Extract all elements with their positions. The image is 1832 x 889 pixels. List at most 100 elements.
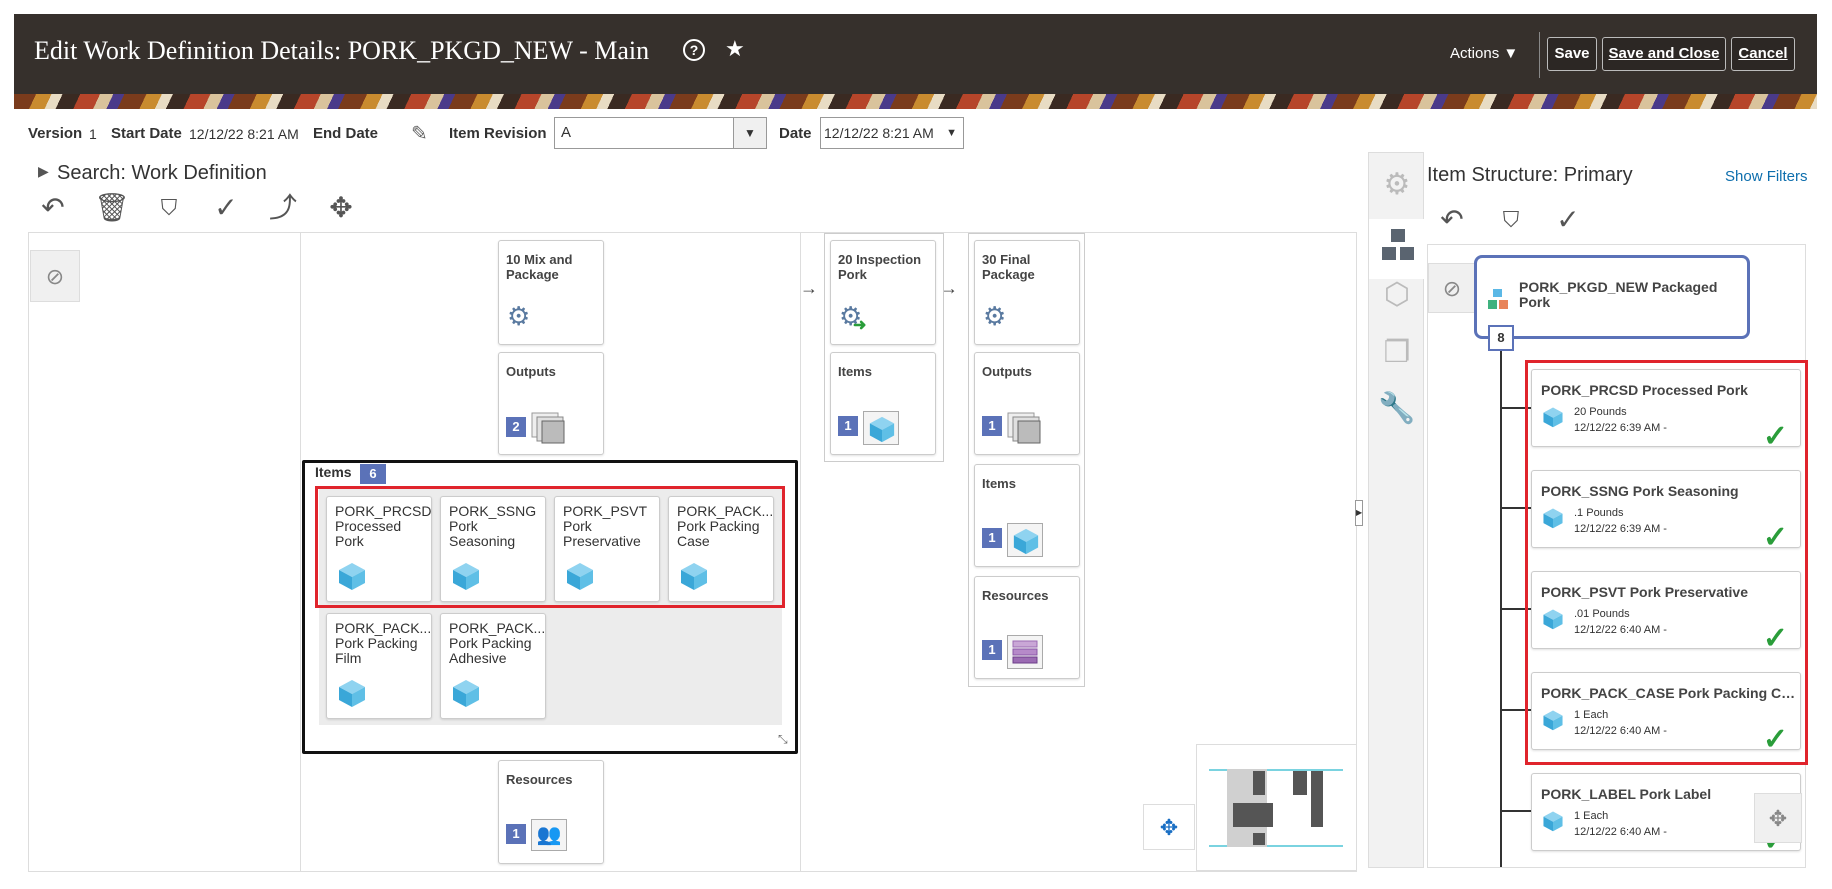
overview-block (1253, 771, 1265, 795)
undo-icon[interactable]: ↶ (1435, 203, 1469, 237)
header-separator (1539, 32, 1540, 78)
show-filters-link[interactable]: Show Filters (1725, 168, 1808, 185)
cube-icon (1013, 528, 1039, 555)
tools-tab-icon[interactable]: 🔧 (1377, 389, 1417, 429)
delete-icon[interactable]: 🗑 (94, 191, 130, 225)
resources-label: Resources (982, 588, 1049, 603)
item-card-label: PORK_PACK... Pork Packing Film (335, 620, 432, 666)
outputs-label: Outputs (506, 364, 556, 379)
arrow-right-icon: ➜ (853, 317, 867, 334)
root-node-title: PORK_PKGD_NEW Packaged Pork (1519, 279, 1718, 310)
copies-tab-icon[interactable]: ❐ (1377, 333, 1417, 373)
resize-handle-icon[interactable]: ⤡ (778, 732, 788, 747)
lane-divider (300, 232, 301, 872)
compass-icon[interactable]: ⊘ (1428, 263, 1476, 313)
cube-icon (681, 563, 707, 590)
pan-move-icon[interactable]: ✥ (1143, 804, 1195, 850)
edit-pencil-icon[interactable]: ✎ (411, 121, 428, 146)
items-count-badge: 1 (982, 528, 1002, 548)
item-card[interactable]: PORK_PACK... Pork Packing Adhesive (440, 613, 546, 719)
cube-icon (339, 563, 365, 590)
cancel-button[interactable]: Cancel (1731, 37, 1795, 71)
basket-icon[interactable]: ⛉ (1494, 203, 1528, 237)
collapse-icon[interactable]: ✥ (324, 191, 358, 225)
resource-stack-icon (1007, 635, 1043, 669)
import-icon[interactable]: ⤴ (266, 191, 300, 225)
undo-icon[interactable]: ↶ (36, 191, 70, 225)
item-card-label: PORK_PACK... Pork Packing Case (677, 503, 774, 549)
cube-icon (453, 563, 479, 590)
outputs-card[interactable]: Outputs 2 (498, 352, 604, 455)
help-icon[interactable]: ? (683, 39, 705, 61)
root-node[interactable]: PORK_PKGD_NEW Packaged Pork (1474, 255, 1750, 339)
page-title: Edit Work Definition Details: PORK_PKGD_… (34, 36, 650, 65)
validate-check-icon[interactable]: ✓ (209, 191, 243, 225)
item-card-label: PORK_PSVT Pork Preservative (563, 503, 647, 549)
items-count-badge: 6 (360, 464, 386, 484)
lane-divider (800, 232, 801, 872)
item-card[interactable]: PORK_PRCSD Processed Pork (326, 496, 432, 602)
operation-card[interactable]: 10 Mix and Package ⚙ (498, 240, 604, 345)
outputs-card[interactable]: Outputs 1 (974, 352, 1080, 455)
resources-count-badge: 1 (982, 640, 1002, 660)
child-count-badge[interactable]: 8 (1488, 325, 1514, 351)
item-revision-input[interactable]: A (554, 117, 734, 149)
date-select[interactable]: 12/12/22 8:21 AM ▼ (820, 117, 964, 149)
item-card[interactable]: PORK_PSVT Pork Preservative (554, 496, 660, 602)
gears-icon: ⚙ (507, 301, 531, 331)
gears-tab-icon[interactable]: ⚙ (1377, 165, 1417, 205)
items-card[interactable]: Items 1 (974, 464, 1080, 567)
cube-tab-icon[interactable]: ⬡ (1377, 275, 1417, 315)
tree-connector (1500, 810, 1531, 812)
stack-icon (1007, 412, 1041, 444)
item-structure-title: Item Structure: Primary (1427, 164, 1633, 186)
item-card[interactable]: PORK_PACK... Pork Packing Film (326, 613, 432, 719)
item-card[interactable]: PORK_PACK... Pork Packing Case (668, 496, 774, 602)
resources-card[interactable]: Resources 1 (974, 576, 1080, 679)
panel-collapse-handle[interactable]: ▶ (1355, 500, 1363, 526)
version-label: Version (28, 125, 83, 142)
search-work-definition-heading[interactable]: Search: Work Definition (57, 162, 267, 185)
items-label: Items (315, 464, 352, 480)
item-card[interactable]: PORK_SSNG Pork Seasoning (440, 496, 546, 602)
overview-block (1253, 833, 1265, 845)
items-card[interactable]: Items 1 (830, 352, 936, 455)
operation-title: 10 Mix and Package (506, 252, 573, 282)
favorite-star-icon[interactable]: ★ (725, 36, 745, 62)
resources-label: Resources (506, 772, 573, 787)
pan-move-icon[interactable]: ✥ (1754, 793, 1802, 843)
structure-tab-icon[interactable] (1381, 227, 1415, 263)
operation-card[interactable]: 20 Inspection Pork ⚙ ➜ (830, 240, 936, 345)
people-icon: 👥 (531, 819, 567, 851)
header-banner (14, 94, 1817, 109)
save-and-close-button[interactable]: Save and Close (1602, 37, 1726, 71)
start-date-value: 12/12/22 8:21 AM (189, 126, 299, 142)
resources-count-badge: 1 (506, 824, 526, 844)
save-button[interactable]: Save (1547, 37, 1597, 71)
compass-icon[interactable]: ⊘ (30, 250, 80, 302)
expand-triangle-icon[interactable]: ▶ (38, 163, 49, 180)
overview-block (1293, 771, 1307, 795)
item-revision-dropdown-button[interactable]: ▼ (733, 117, 767, 149)
actions-menu[interactable]: Actions ▼ (1450, 45, 1518, 62)
outputs-count-badge: 1 (982, 416, 1002, 436)
resources-card[interactable]: Resources 1 👥 (498, 760, 604, 864)
assembly-icon (1488, 289, 1508, 309)
operation-title: 30 Final Package (982, 252, 1035, 282)
cube-tile (1007, 523, 1043, 557)
overview-map[interactable] (1196, 744, 1357, 871)
chevron-down-icon: ▼ (946, 127, 957, 139)
gears-icon: ⚙ (983, 301, 1007, 331)
tree-node-date: 12/12/22 6:40 AM - (1574, 826, 1667, 838)
right-panel-tabs: ⚙ ⬡ ❐ 🔧 (1368, 152, 1425, 868)
version-value: 1 (89, 126, 97, 142)
validate-check-icon[interactable]: ✓ (1551, 203, 1585, 237)
basket-icon[interactable]: ⛉ (152, 191, 186, 225)
cube-icon (567, 563, 593, 590)
operation-card[interactable]: 30 Final Package ⚙ (974, 240, 1080, 345)
cube-tile (863, 411, 899, 445)
end-date-label: End Date (313, 125, 379, 142)
overview-block (1311, 771, 1323, 827)
outputs-count-badge: 2 (506, 417, 526, 437)
items-count-badge: 1 (838, 416, 858, 436)
